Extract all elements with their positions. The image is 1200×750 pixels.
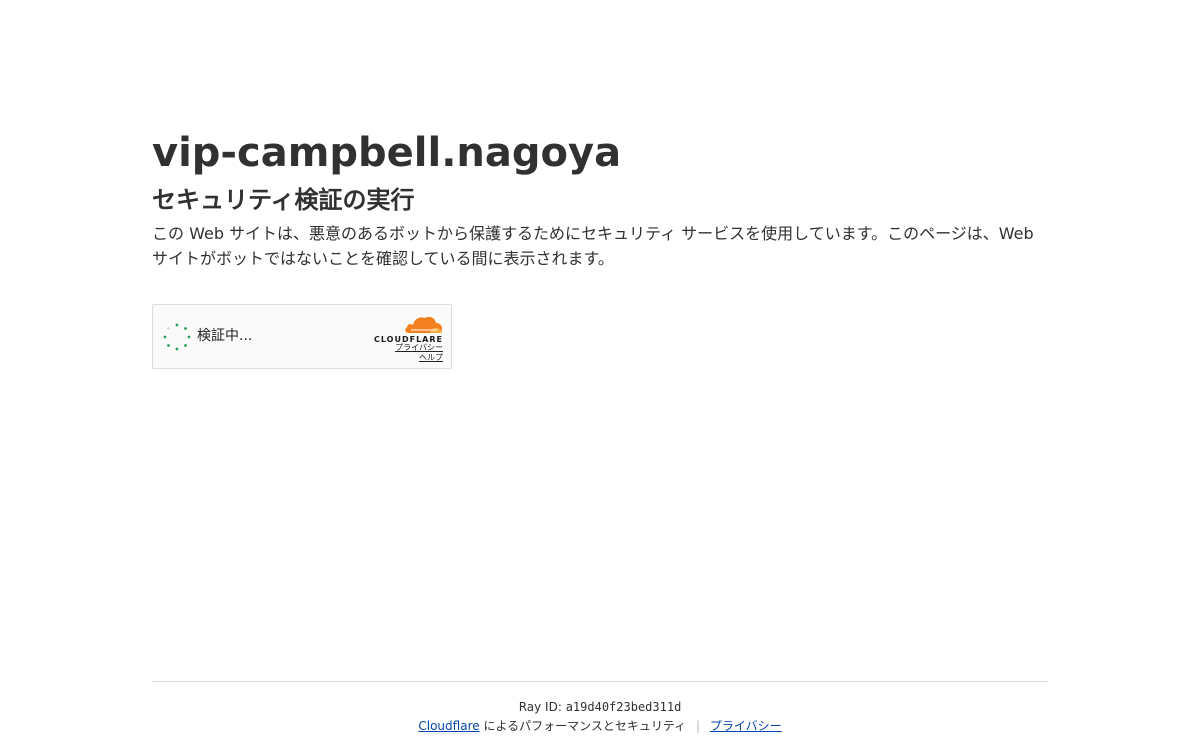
widget-links: プライバシー ヘルプ bbox=[395, 343, 443, 363]
spinner-icon bbox=[163, 323, 191, 351]
site-title: vip-campbell.nagoya bbox=[152, 130, 622, 176]
performance-text: によるパフォーマンスとセキュリティ bbox=[483, 719, 687, 733]
cloudflare-logo: CLOUDFLARE bbox=[367, 314, 443, 345]
ray-id-value: a19d40f23bed311d bbox=[565, 700, 682, 714]
footer-separator: | bbox=[695, 719, 701, 733]
widget-privacy-link[interactable]: プライバシー bbox=[395, 343, 443, 353]
widget-help-link[interactable]: ヘルプ bbox=[395, 353, 443, 363]
main-content: vip-campbell.nagoya セキュリティ検証の実行 この Web サ… bbox=[152, 128, 1048, 369]
cloudflare-footer-link[interactable]: Cloudflare bbox=[418, 719, 479, 733]
page-subtitle: セキュリティ検証の実行 bbox=[152, 186, 415, 214]
security-description: この Web サイトは、悪意のあるボットから保護するためにセキュリティ サービス… bbox=[152, 224, 1034, 268]
ray-id-line: Ray ID: a19d40f23bed311d bbox=[152, 699, 1048, 715]
turnstile-widget[interactable]: 検証中... CLOUDFLARE プライバシー ヘルプ bbox=[152, 304, 452, 369]
cloudflare-cloud-icon bbox=[405, 316, 443, 333]
performance-line: Cloudflare によるパフォーマンスとセキュリティ | プライバシー bbox=[152, 718, 1048, 734]
footer-privacy-link[interactable]: プライバシー bbox=[710, 719, 782, 733]
ray-id-label: Ray ID: bbox=[518, 700, 562, 714]
page-footer: Ray ID: a19d40f23bed311d Cloudflare によるパ… bbox=[152, 681, 1048, 734]
verifying-status: 検証中... bbox=[197, 328, 253, 344]
